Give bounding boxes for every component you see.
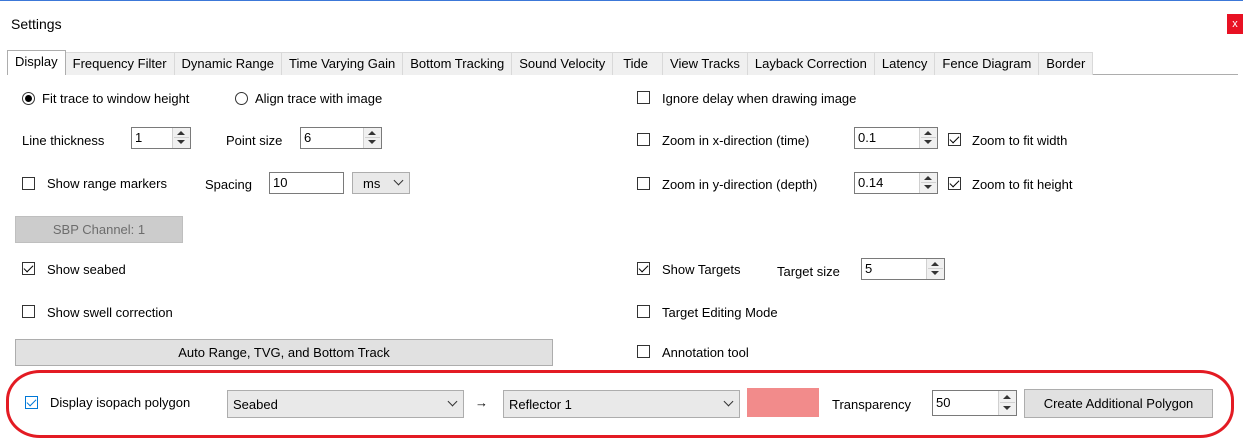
show-range-markers-label: Show range markers [47,176,167,191]
annotation-tool-checkbox[interactable] [637,345,650,358]
fit-trace-label: Fit trace to window height [42,91,190,106]
arrow-down-icon [177,140,185,144]
arrow-up-icon [177,131,185,135]
fit-trace-radio[interactable] [22,92,35,105]
arrow-down-icon [924,140,932,144]
tab-frequency-filter[interactable]: Frequency Filter [64,52,175,75]
create-additional-polygon-button[interactable]: Create Additional Polygon [1024,389,1213,418]
isopach-to-value: Reflector 1 [509,397,572,412]
tab-layback-correction[interactable]: Layback Correction [746,52,875,75]
isopach-from-select[interactable]: Seabed [227,390,464,418]
arrow-down-icon [924,185,932,189]
spacing-unit-select[interactable]: ms [352,172,410,194]
target-size-label: Target size [777,264,840,279]
zoom-fit-width-checkbox[interactable] [948,133,961,146]
zoom-fit-height-checkbox[interactable] [948,177,961,190]
tab-strip: Display Frequency Filter Dynamic Range T… [7,50,1094,75]
line-thickness-label: Line thickness [22,133,105,148]
arrow-up-icon [924,131,932,135]
zoom-x-checkbox[interactable] [637,133,650,146]
tab-latency[interactable]: Latency [873,52,936,75]
spacing-input[interactable]: 10 [269,172,344,194]
isopach-from-value: Seabed [233,397,278,412]
zoom-x-label: Zoom in x-direction (time) [662,133,810,148]
zoom-y-checkbox[interactable] [637,177,650,190]
spin-buttons[interactable] [998,391,1016,415]
isopach-to-select[interactable]: Reflector 1 [503,390,740,418]
target-size-stepper[interactable]: 5 [861,258,945,280]
show-seabed-checkbox[interactable] [22,262,35,275]
ignore-delay-checkbox[interactable] [637,91,650,104]
arrow-up-icon [1003,395,1011,399]
point-size-value: 6 [304,130,312,145]
point-size-label: Point size [226,133,283,148]
display-isopach-label: Display isopach polygon [50,395,191,410]
spacing-unit-value: ms [363,176,381,191]
window-title: Settings [11,16,62,32]
tab-sound-velocity[interactable]: Sound Velocity [511,52,614,75]
target-editing-checkbox[interactable] [637,305,650,318]
show-swell-checkbox[interactable] [22,305,35,318]
zoom-y-stepper[interactable]: 0.14 [854,172,938,194]
show-targets-checkbox[interactable] [637,262,650,275]
tab-border[interactable]: Border [1038,52,1094,75]
line-thickness-value: 1 [135,130,143,145]
arrow-right-icon: → [475,395,488,410]
arrow-down-icon [368,140,376,144]
display-isopach-checkbox[interactable] [25,396,38,409]
sbp-channel-button[interactable]: SBP Channel: 1 [15,216,183,243]
arrow-up-icon [931,262,939,266]
chevron-down-icon [393,175,404,186]
zoom-x-value: 0.1 [858,130,877,145]
transparency-value: 50 [936,395,951,410]
show-swell-label: Show swell correction [47,305,173,320]
title-bar [0,0,1243,44]
arrow-up-icon [368,131,376,135]
spacing-value: 10 [273,175,288,190]
zoom-x-stepper[interactable]: 0.1 [854,127,938,149]
zoom-y-value: 0.14 [858,175,884,190]
transparency-stepper[interactable]: 50 [932,390,1017,416]
show-targets-label: Show Targets [662,262,741,277]
transparency-label: Transparency [832,397,911,412]
arrow-down-icon [931,271,939,275]
chevron-down-icon [723,396,734,407]
spin-buttons[interactable] [919,128,937,148]
show-range-markers-checkbox[interactable] [22,177,35,190]
annotation-tool-label: Annotation tool [662,345,749,360]
window-top-border [0,0,1243,1]
spacing-label: Spacing [205,177,252,192]
spin-buttons[interactable] [926,259,944,279]
align-trace-radio[interactable] [235,92,248,105]
tab-time-varying-gain[interactable]: Time Varying Gain [281,52,404,75]
tab-display[interactable]: Display [7,50,66,75]
arrow-up-icon [924,176,932,180]
line-thickness-stepper[interactable]: 1 [131,127,191,149]
tab-bottom-tracking[interactable]: Bottom Tracking [402,52,513,75]
polygon-color-swatch[interactable] [747,388,819,417]
spin-buttons[interactable] [363,128,381,148]
chevron-down-icon [447,396,458,407]
tab-tide[interactable]: Tide [612,52,664,75]
point-size-stepper[interactable]: 6 [300,127,382,149]
align-trace-label: Align trace with image [255,91,383,106]
target-editing-label: Target Editing Mode [662,305,778,320]
spin-buttons[interactable] [919,173,937,193]
tab-fence-diagram[interactable]: Fence Diagram [934,52,1040,75]
show-seabed-label: Show seabed [47,262,126,277]
tab-view-tracks[interactable]: View Tracks [662,52,748,75]
close-button[interactable]: x [1227,14,1243,34]
zoom-fit-height-label: Zoom to fit height [972,177,1073,192]
spin-buttons[interactable] [172,128,190,148]
ignore-delay-label: Ignore delay when drawing image [662,91,857,106]
target-size-value: 5 [865,261,873,276]
auto-range-button[interactable]: Auto Range, TVG, and Bottom Track [15,339,553,366]
zoom-fit-width-label: Zoom to fit width [972,133,1068,148]
zoom-y-label: Zoom in y-direction (depth) [662,177,818,192]
tab-dynamic-range[interactable]: Dynamic Range [173,52,283,75]
arrow-down-icon [1003,406,1011,410]
